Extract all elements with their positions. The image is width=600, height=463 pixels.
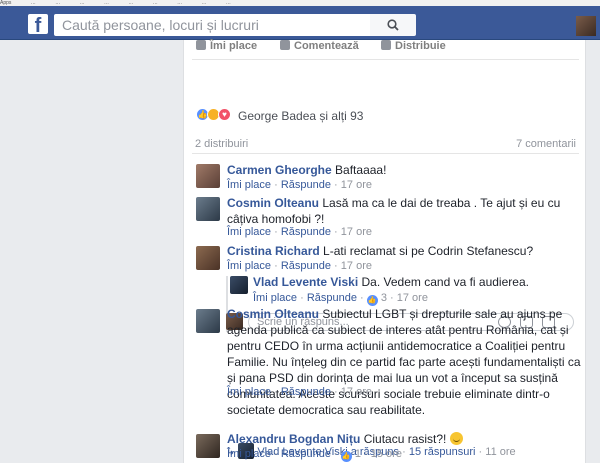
share-icon [381,40,391,50]
search-icon [387,19,399,31]
like-label: Îmi place [210,40,258,52]
reply-like-count[interactable]: 3 [381,292,387,304]
comment-author[interactable]: Cristina Richard [227,244,320,258]
share-label: Distribuie [395,40,446,52]
separator: · [274,448,278,460]
comment-text: Alexandru Bogdan Nițu Ciutacu rasist?! [227,431,577,447]
avatar[interactable] [196,309,220,333]
comment-time[interactable]: 17 ore [341,179,372,191]
reply-time[interactable]: 17 ore [397,292,428,304]
comment-body: L-ati reclamat si pe Codrin Stefanescu? [323,244,534,258]
smiley-emoji-icon [449,432,463,445]
share-button[interactable]: Distribuie [381,40,446,52]
comment-body: Subiectul LGBT și drepturile sale au aju… [227,307,581,417]
comment-body: Ciutacu rasist?! [363,432,447,446]
comment-author[interactable]: Cosmin Olteanu [227,196,319,210]
avatar[interactable] [196,434,220,458]
comments-count[interactable]: 7 comentarii [516,138,576,150]
comment-meta: Îmi place · Răspunde · 17 ore [227,226,372,238]
reply-body: Da. Vedem cand va fi audierea. [361,275,529,289]
separator: · [334,448,338,460]
comment-meta: Îmi place · Răspunde · 👍 1 · 15 ore [227,448,402,462]
comment-text: Carmen Gheorghe Baftaaaa! [227,162,577,178]
user-avatar[interactable] [576,16,596,36]
comment-like-link[interactable]: Îmi place [227,260,271,272]
more-replies-time: 11 ore [485,446,516,458]
like-button[interactable]: Îmi place [196,40,257,52]
comment-like-link[interactable]: Îmi place [227,448,271,460]
separator: · [334,226,338,238]
comment-time[interactable]: 17 ore [341,386,372,398]
like-count-icon: 👍 [366,295,378,306]
separator: · [360,292,364,304]
comment-author[interactable]: Cosmin Olteanu [227,307,319,321]
separator: · [334,179,338,191]
post-card: Îmi place Comentează Distribuie 👍 ♥ Geor… [183,40,586,463]
separator: · [390,292,394,304]
like-count-icon: 👍 [340,451,352,462]
separator: · [274,386,278,398]
comment-label: Comentează [294,40,359,52]
comment-meta: Îmi place · Răspunde · 17 ore [227,386,372,398]
comment-text: Cosmin Olteanu Subiectul LGBT și dreptur… [227,306,585,418]
search-button[interactable] [370,14,416,36]
comment-text: Cristina Richard L-ati reclamat si pe Co… [227,243,577,259]
comment-reply-link[interactable]: Răspunde [281,226,331,238]
separator: · [274,260,278,272]
separator: · [402,446,406,458]
comment-icon [280,40,290,50]
comment-meta: Îmi place · Răspunde · 17 ore [227,179,372,191]
comment-button[interactable]: Comentează [280,40,359,52]
separator: · [300,292,304,304]
search-input[interactable]: Caută persoane, locuri și lucruri [54,14,370,36]
love-icon: ♥ [218,108,231,121]
thumbs-up-icon [196,40,206,50]
comment-author[interactable]: Alexandru Bogdan Nițu [227,432,360,446]
facebook-logo-icon[interactable]: f [28,14,48,34]
separator: · [274,179,278,191]
comment-reply-link[interactable]: Răspunde [281,260,331,272]
avatar[interactable] [196,197,220,221]
separator: · [334,386,338,398]
avatar[interactable] [196,246,220,270]
reply-like-link[interactable]: Îmi place [253,292,297,304]
comment-author[interactable]: Carmen Gheorghe [227,163,332,177]
reply-author[interactable]: Vlad Levente Viski [253,275,358,289]
shares-count[interactable]: 2 distribuiri [195,138,248,150]
separator: · [364,448,368,460]
divider [192,153,579,154]
comment-like-link[interactable]: Îmi place [227,386,271,398]
avatar[interactable] [196,164,220,188]
top-navigation-bar: f Caută persoane, locuri și lucruri [0,6,600,40]
comment-like-count[interactable]: 1 [355,448,361,460]
comment-time[interactable]: 17 ore [341,226,372,238]
comment-reply-link[interactable]: Răspunde [281,179,331,191]
comment-reply-link[interactable]: Răspunde [281,386,331,398]
comment-body: Baftaaaa! [335,163,387,177]
comment-like-link[interactable]: Îmi place [227,179,271,191]
reactions-summary[interactable]: George Badea și alți 93 [238,109,363,123]
separator: · [478,446,483,458]
comment-meta: Îmi place · Răspunde · 17 ore [227,260,372,272]
comment-like-link[interactable]: Îmi place [227,226,271,238]
separator: · [274,226,278,238]
avatar[interactable] [230,276,248,294]
divider [192,59,579,60]
comment-text: Cosmin Olteanu Lasă ma ca le dai de trea… [227,195,582,227]
post-actions: Îmi place Comentează Distribuie [184,40,587,56]
comment-time[interactable]: 17 ore [341,260,372,272]
reply-text: Vlad Levente Viski Da. Vedem cand va fi … [253,274,573,290]
comment-time[interactable]: 15 ore [371,448,402,460]
comment-reply-link[interactable]: Răspunde [281,448,331,460]
separator: · [334,260,338,272]
reply-meta: Îmi place · Răspunde · 👍 3 · 17 ore [253,292,428,306]
more-replies-count: 15 răspunsuri [408,446,476,458]
reply-reply-link[interactable]: Răspunde [307,292,357,304]
